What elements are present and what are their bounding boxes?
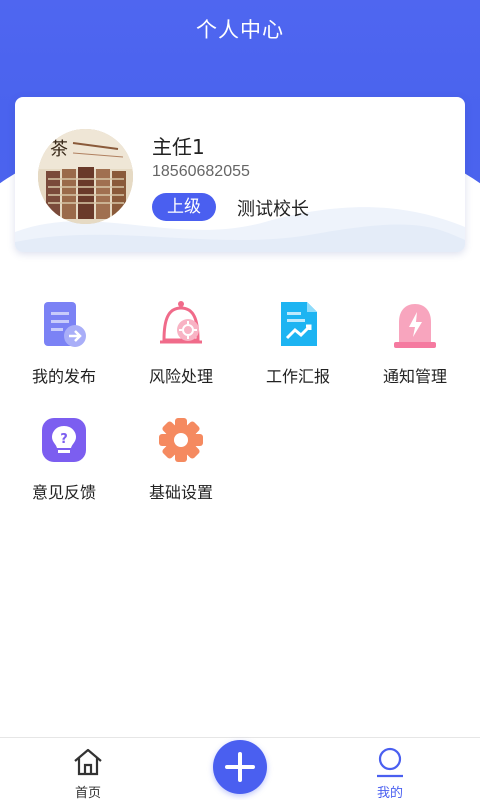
menu-label: 意见反馈 bbox=[31, 483, 96, 502]
menu-label: 基础设置 bbox=[148, 483, 213, 502]
plus-icon bbox=[225, 752, 255, 782]
avatar[interactable]: 茶 bbox=[38, 129, 133, 224]
user-name: 主任1 bbox=[152, 135, 205, 159]
role-badge: 上级 bbox=[152, 193, 216, 221]
settings-gear-icon bbox=[159, 418, 203, 462]
profile-card[interactable]: 茶 主任1 18560682055 上级 测试校长 bbox=[15, 97, 465, 252]
feedback-bulb-icon: ? bbox=[42, 418, 86, 462]
tab-mine[interactable]: 我的 bbox=[340, 738, 440, 800]
menu-item-risk-handling[interactable]: 风险处理 bbox=[122, 300, 240, 400]
menu-label: 我的发布 bbox=[31, 367, 96, 386]
menu-item-my-posts[interactable]: 我的发布 bbox=[5, 300, 123, 400]
tab-mine-label: 我的 bbox=[376, 786, 403, 800]
role-title: 测试校长 bbox=[237, 199, 309, 220]
menu-item-work-report[interactable]: 工作汇报 bbox=[239, 300, 357, 400]
alarm-light-icon bbox=[394, 304, 436, 348]
svg-text:茶: 茶 bbox=[50, 139, 68, 160]
report-chart-icon bbox=[281, 302, 317, 346]
tab-home-label: 首页 bbox=[74, 786, 101, 800]
publish-doc-icon bbox=[44, 302, 86, 347]
menu-item-notice-management[interactable]: 通知管理 bbox=[356, 300, 474, 400]
add-button[interactable] bbox=[213, 740, 267, 794]
svg-text:?: ? bbox=[60, 432, 68, 447]
home-icon bbox=[74, 748, 102, 776]
page-title: 个人中心 bbox=[196, 18, 284, 42]
menu-label: 风险处理 bbox=[148, 367, 213, 386]
menu-label: 通知管理 bbox=[382, 367, 447, 386]
menu-label: 工作汇报 bbox=[265, 367, 330, 386]
user-profile-icon bbox=[377, 747, 403, 778]
user-phone: 18560682055 bbox=[152, 163, 250, 180]
tab-home[interactable]: 首页 bbox=[38, 738, 138, 800]
menu-item-basic-settings[interactable]: 基础设置 bbox=[122, 416, 240, 516]
menu-item-feedback[interactable]: ? 意见反馈 bbox=[5, 416, 123, 516]
risk-bell-icon bbox=[160, 301, 202, 344]
